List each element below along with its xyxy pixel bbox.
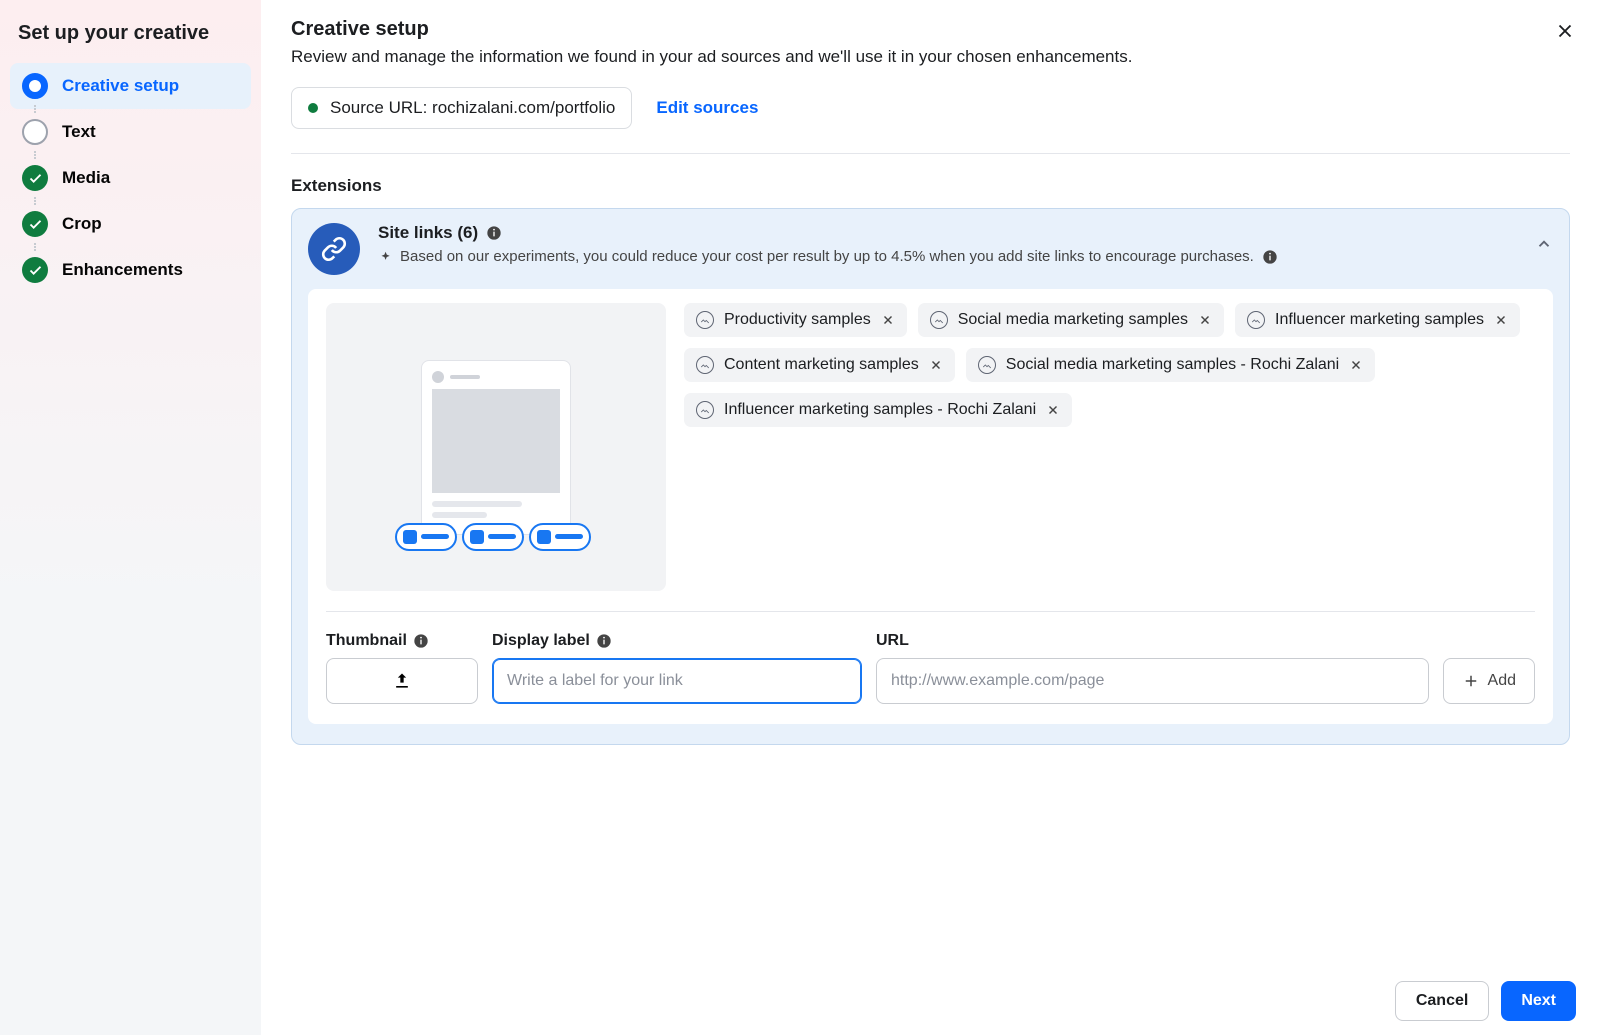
source-row: Source URL: rochizalani.com/portfolio Ed… [291, 87, 1570, 154]
image-icon [1247, 311, 1265, 329]
step-crop[interactable]: Crop [10, 201, 251, 247]
upload-icon [392, 671, 412, 691]
close-icon[interactable] [1349, 358, 1363, 372]
image-icon [930, 311, 948, 329]
close-icon[interactable] [881, 313, 895, 327]
add-link-form: Thumbnail Display label [326, 611, 1535, 704]
url-label: URL [876, 632, 1429, 650]
chip[interactable]: Influencer marketing samples - Rochi Zal… [684, 393, 1072, 427]
card-title: Site links (6) [378, 223, 1553, 243]
link-icon [308, 223, 360, 275]
sidebar-title: Set up your creative [10, 18, 251, 63]
step-label: Text [62, 122, 96, 142]
add-button[interactable]: Add [1443, 658, 1535, 704]
card-header: Site links (6) Based on our experiments,… [308, 223, 1553, 275]
sidebar: Set up your creative Creative setup Text… [0, 0, 261, 1035]
step-label: Creative setup [62, 76, 179, 96]
thumbnail-label: Thumbnail [326, 632, 478, 650]
display-label-input[interactable] [492, 658, 862, 704]
upload-thumbnail-button[interactable] [326, 658, 478, 704]
step-label: Crop [62, 214, 102, 234]
check-icon [22, 257, 48, 283]
close-icon[interactable] [1198, 313, 1212, 327]
check-icon [22, 211, 48, 237]
close-icon[interactable] [929, 358, 943, 372]
extensions-label: Extensions [291, 176, 1570, 196]
info-icon[interactable] [596, 633, 612, 649]
step-enhancements[interactable]: Enhancements [10, 247, 251, 293]
content: Creative setup Review and manage the inf… [261, 0, 1600, 967]
close-icon[interactable] [1046, 403, 1060, 417]
info-icon[interactable] [486, 225, 502, 241]
step-empty-icon [22, 119, 48, 145]
card-description: Based on our experiments, you could redu… [378, 248, 1553, 265]
close-button[interactable] [1554, 20, 1576, 46]
chip[interactable]: Content marketing samples [684, 348, 955, 382]
step-list: Creative setup Text Media Crop Enhanceme… [10, 63, 251, 293]
site-links-card: Site links (6) Based on our experiments,… [291, 208, 1570, 745]
chip[interactable]: Productivity samples [684, 303, 907, 337]
close-icon[interactable] [1494, 313, 1508, 327]
chevron-up-icon[interactable] [1535, 235, 1553, 257]
step-label: Media [62, 168, 110, 188]
info-icon[interactable] [413, 633, 429, 649]
chip[interactable]: Social media marketing samples - Rochi Z… [966, 348, 1375, 382]
cancel-button[interactable]: Cancel [1395, 981, 1489, 1021]
url-column: URL [876, 632, 1429, 704]
main: Creative setup Review and manage the inf… [261, 0, 1600, 1035]
page-title: Creative setup [291, 18, 1570, 41]
site-links-chips: Productivity samples Social media market… [684, 303, 1535, 591]
image-icon [696, 401, 714, 419]
add-column: Add [1443, 658, 1535, 704]
display-label-column: Display label [492, 632, 862, 704]
step-media[interactable]: Media [10, 155, 251, 201]
chip[interactable]: Social media marketing samples [918, 303, 1224, 337]
image-icon [696, 311, 714, 329]
thumbnail-column: Thumbnail [326, 632, 478, 704]
plus-icon [1462, 672, 1480, 690]
image-icon [978, 356, 996, 374]
display-label-label: Display label [492, 632, 862, 650]
next-button[interactable]: Next [1501, 981, 1576, 1021]
sparkle-icon [378, 250, 392, 264]
page-subtitle: Review and manage the information we fou… [291, 47, 1570, 67]
status-dot-icon [308, 103, 318, 113]
step-label: Enhancements [62, 260, 183, 280]
url-input[interactable] [876, 658, 1429, 704]
edit-sources-link[interactable]: Edit sources [656, 98, 758, 118]
footer: Cancel Next [261, 967, 1600, 1035]
step-current-icon [22, 73, 48, 99]
preview-illustration [326, 303, 666, 591]
card-body: Productivity samples Social media market… [308, 289, 1553, 724]
source-url-text: Source URL: rochizalani.com/portfolio [330, 98, 615, 118]
info-icon[interactable] [1262, 249, 1278, 265]
chip[interactable]: Influencer marketing samples [1235, 303, 1520, 337]
source-url-box: Source URL: rochizalani.com/portfolio [291, 87, 632, 129]
step-creative-setup[interactable]: Creative setup [10, 63, 251, 109]
image-icon [696, 356, 714, 374]
check-icon [22, 165, 48, 191]
step-text[interactable]: Text [10, 109, 251, 155]
